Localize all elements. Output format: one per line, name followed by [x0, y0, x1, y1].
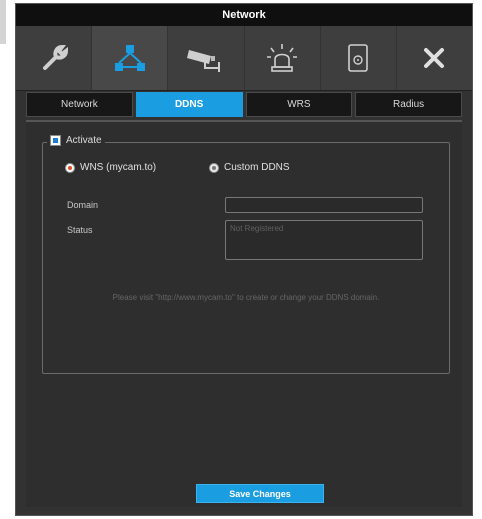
tab-network[interactable]: Network [26, 92, 133, 117]
toolbar-network-button[interactable] [92, 26, 169, 90]
toolbar-close-button[interactable] [397, 26, 472, 90]
network-window: Network Network DDNS WRS Radius Activate… [15, 3, 473, 516]
domain-label: Domain [67, 200, 99, 210]
network-icon [114, 45, 145, 71]
camera-icon [186, 50, 220, 72]
storage-icon [348, 44, 369, 72]
domain-input[interactable] [225, 197, 423, 213]
background-edge [0, 0, 6, 44]
status-label: Status [67, 225, 93, 235]
ddns-hint-text: Please visit "http://www.mycam.to" to cr… [112, 293, 380, 302]
tab-ddns[interactable]: DDNS [135, 92, 243, 117]
close-icon [424, 48, 445, 68]
tab-radius[interactable]: Radius [355, 92, 462, 117]
activate-label: Activate [66, 135, 102, 146]
radio-wns[interactable]: WNS (mycam.to) [65, 162, 156, 173]
activate-checkbox[interactable] [50, 135, 61, 146]
alarm-icon [267, 44, 298, 72]
toolbar [16, 26, 472, 91]
toolbar-alarm-button[interactable] [245, 26, 321, 90]
radio-custom-ddns[interactable]: Custom DDNS [209, 162, 290, 173]
window-title: Network [16, 4, 472, 26]
tab-bar: Network DDNS WRS Radius [26, 92, 462, 117]
toolbar-camera-button[interactable] [168, 26, 245, 90]
radio-custom-ddns-label: Custom DDNS [224, 162, 290, 173]
radio-custom-ddns-button[interactable] [209, 162, 219, 173]
wrench-icon [42, 44, 68, 70]
activate-toggle[interactable]: Activate [47, 135, 105, 146]
status-field: Not Registered [225, 220, 423, 260]
toolbar-settings-button[interactable] [16, 26, 93, 90]
toolbar-storage-button[interactable] [321, 26, 397, 90]
ddns-panel: Activate WNS (mycam.to) Custom DDNS Doma… [26, 120, 462, 507]
radio-wns-button[interactable] [65, 162, 75, 173]
activate-group: Activate WNS (mycam.to) Custom DDNS Doma… [42, 135, 450, 374]
radio-wns-label: WNS (mycam.to) [80, 162, 157, 173]
save-changes-button[interactable]: Save Changes [196, 484, 324, 503]
tab-wrs[interactable]: WRS [245, 92, 353, 117]
